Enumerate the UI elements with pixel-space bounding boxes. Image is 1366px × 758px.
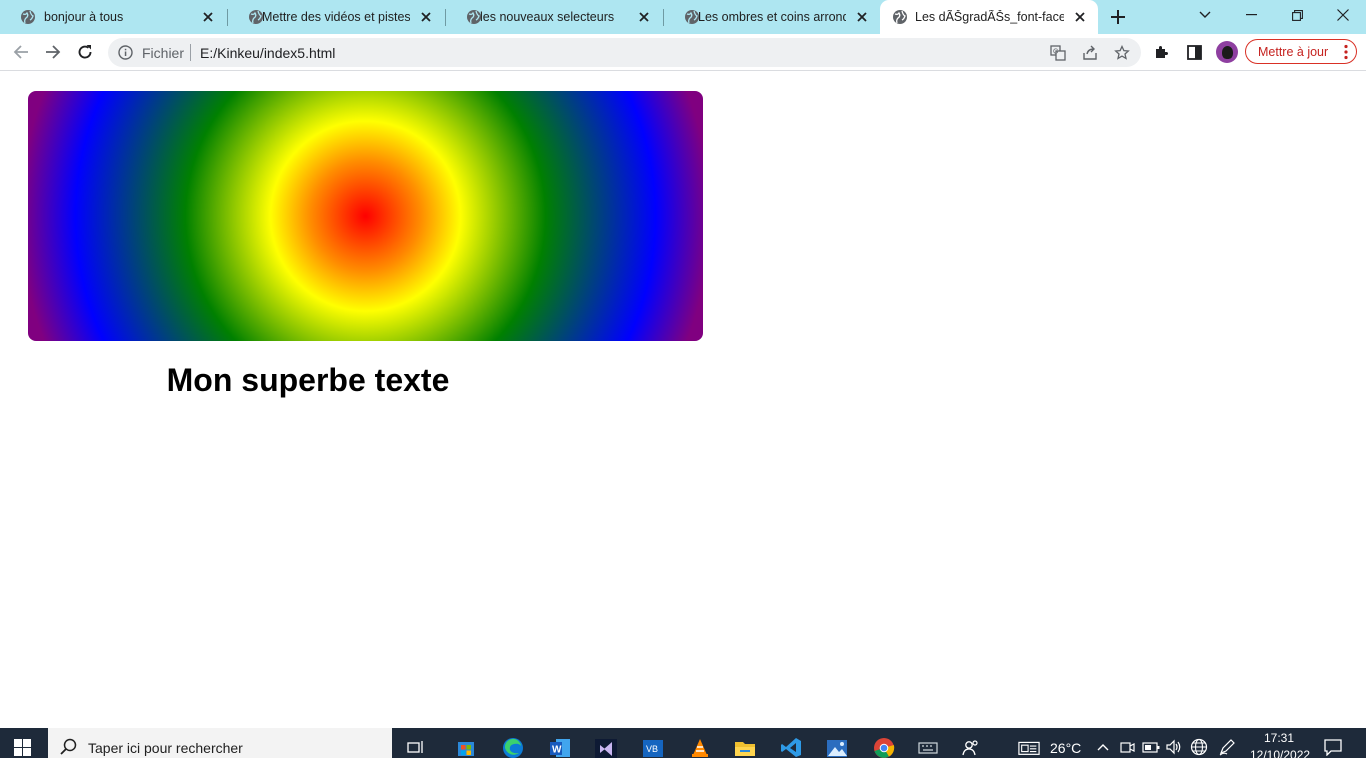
tab-strip: bonjour à tous Mettre des vidéos et pist… xyxy=(0,0,1366,34)
url-text[interactable]: E:/Kinkeu/index5.html xyxy=(200,45,335,61)
edge-icon[interactable] xyxy=(502,736,524,758)
pen-icon[interactable] xyxy=(1216,736,1238,758)
forward-button[interactable] xyxy=(41,40,65,64)
tab-degrades-active[interactable]: Les dÃŠgradÃŠs_font-face xyxy=(880,0,1098,34)
browser-toolbar: Fichier E:/Kinkeu/index5.html G Mettre à… xyxy=(0,34,1366,71)
tab-title: les nouveaux selecteurs xyxy=(480,10,615,24)
tab-search-button[interactable] xyxy=(1182,0,1228,30)
meet-icon[interactable] xyxy=(1116,736,1138,758)
reload-icon xyxy=(78,45,92,59)
microsoft-store-icon[interactable] xyxy=(455,736,477,758)
svg-text:G: G xyxy=(1053,49,1058,56)
puzzle-icon xyxy=(1156,45,1169,58)
chevron-down-icon xyxy=(1199,11,1211,18)
windows-taskbar: Taper ici pour rechercher W VB 26°C 17:3… xyxy=(0,728,1366,758)
volume-icon[interactable] xyxy=(1163,736,1185,758)
new-tab-button[interactable] xyxy=(1108,7,1128,27)
task-view-icon[interactable] xyxy=(405,736,427,758)
people-icon[interactable] xyxy=(960,736,982,758)
info-icon[interactable] xyxy=(118,45,133,60)
tab-ombres[interactable]: Les ombres et coins arrondis xyxy=(664,0,880,34)
search-placeholder: Taper ici pour rechercher xyxy=(88,740,243,756)
tab-selecteurs[interactable]: les nouveaux selecteurs xyxy=(446,0,662,34)
taskbar-search-box[interactable]: Taper ici pour rechercher xyxy=(48,728,392,758)
word-icon[interactable]: W xyxy=(549,736,571,758)
chevron-up-icon[interactable] xyxy=(1092,736,1114,758)
arrow-left-icon xyxy=(13,45,28,59)
update-button-label: Mettre à jour xyxy=(1258,44,1329,59)
tab-title: Les dÃŠgradÃŠs_font-face xyxy=(915,10,1064,24)
temperature-label[interactable]: 26°C xyxy=(1050,740,1081,756)
tab-videos[interactable]: Mettre des vidéos et pistes audio xyxy=(228,0,444,34)
network-globe-icon[interactable] xyxy=(1188,736,1210,758)
address-bar[interactable]: Fichier E:/Kinkeu/index5.html G xyxy=(108,38,1141,67)
close-tab-icon[interactable] xyxy=(200,9,216,25)
plus-icon xyxy=(1111,10,1125,24)
clock-date[interactable]: 12/10/2022 xyxy=(1250,748,1310,758)
translate-icon[interactable]: G xyxy=(1049,44,1067,62)
clock-time[interactable]: 17:31 xyxy=(1264,731,1294,745)
tab-title: Les ombres et coins arrondis xyxy=(698,10,846,24)
globe-icon xyxy=(893,10,907,24)
bookmark-star-icon[interactable] xyxy=(1113,44,1131,62)
photos-icon[interactable] xyxy=(826,736,848,758)
restore-icon xyxy=(1291,9,1303,21)
scheme-label: Fichier xyxy=(142,45,185,61)
search-icon xyxy=(60,738,77,755)
file-explorer-icon[interactable] xyxy=(734,736,756,758)
chrome-icon[interactable] xyxy=(873,736,895,758)
tab-title: Mettre des vidéos et pistes audio xyxy=(262,10,410,24)
radial-gradient-box xyxy=(28,91,703,341)
minimize-button[interactable] xyxy=(1228,0,1274,30)
visual-studio-icon[interactable] xyxy=(595,736,617,758)
side-panel-icon xyxy=(1186,44,1202,60)
notifications-icon[interactable] xyxy=(1322,736,1344,758)
tab-bonjour[interactable]: bonjour à tous xyxy=(0,0,226,34)
svg-text:VB: VB xyxy=(646,744,658,754)
reload-button[interactable] xyxy=(73,40,97,64)
vscode-icon[interactable] xyxy=(780,736,802,758)
vb-editor-icon[interactable]: VB xyxy=(642,736,664,758)
tab-title: bonjour à tous xyxy=(44,10,124,24)
update-button[interactable]: Mettre à jour xyxy=(1245,39,1357,64)
side-panel-button[interactable] xyxy=(1182,40,1206,64)
close-tab-icon[interactable] xyxy=(1072,9,1088,25)
back-button[interactable] xyxy=(9,40,33,64)
profile-avatar[interactable] xyxy=(1216,41,1238,63)
vlc-icon[interactable] xyxy=(689,736,711,758)
battery-icon[interactable] xyxy=(1140,736,1162,758)
page-headline: Mon superbe texte xyxy=(166,362,450,398)
globe-icon xyxy=(21,10,35,24)
close-icon xyxy=(1337,9,1349,21)
close-window-button[interactable] xyxy=(1320,0,1366,30)
close-tab-icon[interactable] xyxy=(854,9,870,25)
keyboard-icon[interactable] xyxy=(917,736,939,758)
weather-news-icon[interactable] xyxy=(1018,736,1040,758)
kebab-menu-icon xyxy=(1344,44,1348,60)
close-tab-icon[interactable] xyxy=(636,9,652,25)
close-tab-icon[interactable] xyxy=(418,9,434,25)
arrow-right-icon xyxy=(46,45,61,59)
share-icon[interactable] xyxy=(1081,44,1099,62)
minimize-icon xyxy=(1245,14,1257,16)
omnibox-separator xyxy=(190,44,191,61)
svg-text:W: W xyxy=(552,745,562,756)
restore-button[interactable] xyxy=(1274,0,1320,30)
windows-start-icon[interactable] xyxy=(14,739,32,757)
extensions-button[interactable] xyxy=(1150,40,1174,64)
